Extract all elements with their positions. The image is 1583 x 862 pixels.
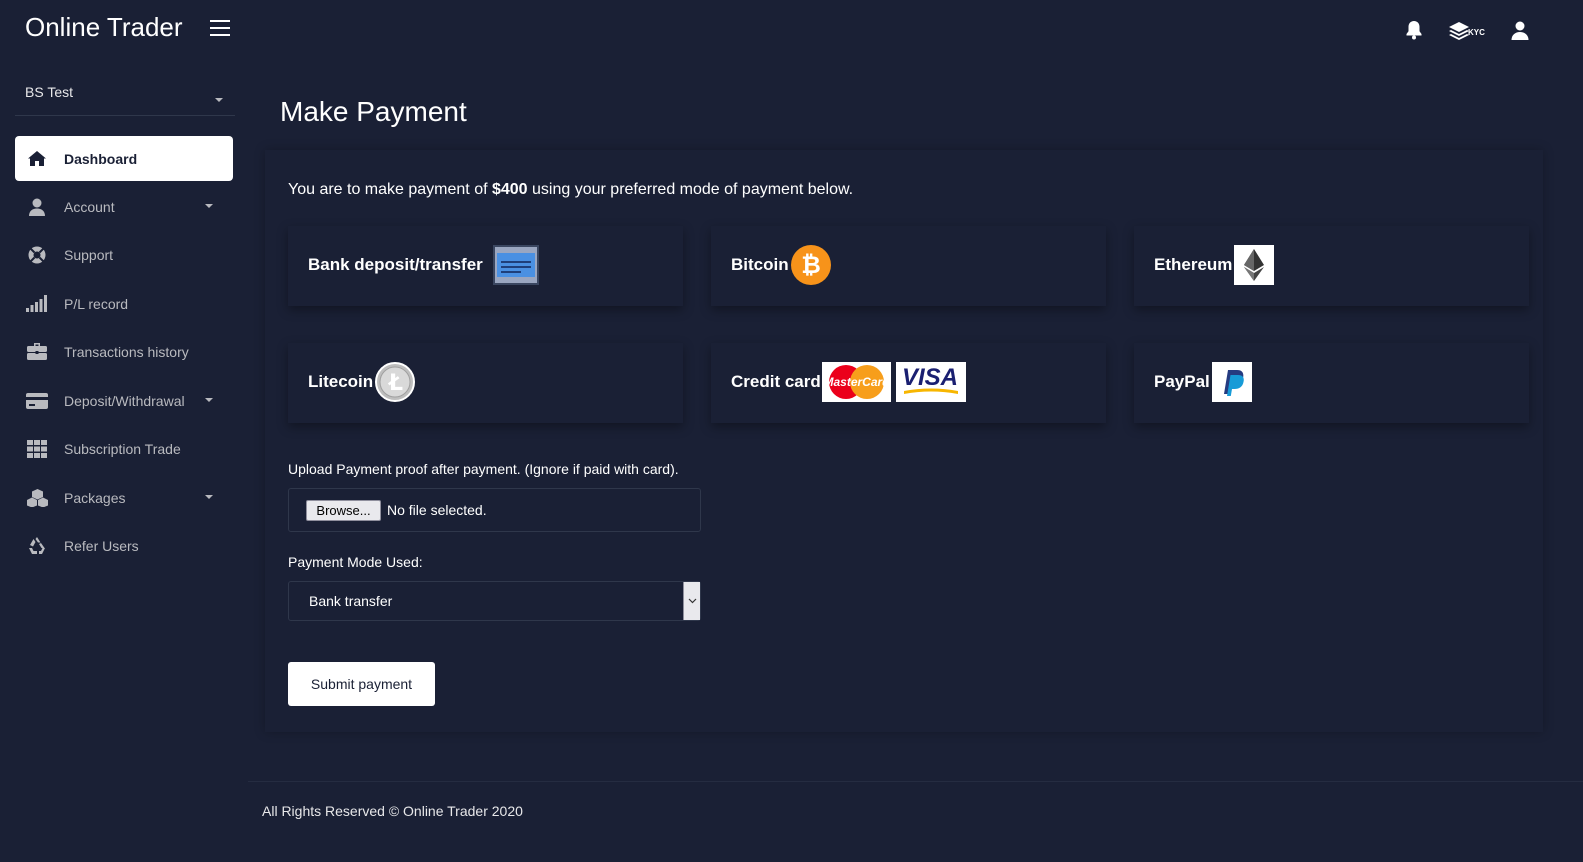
recycle-icon [26, 535, 48, 557]
sidebar-item-dashboard[interactable]: Dashboard [15, 136, 233, 181]
method-label: Bitcoin [731, 255, 789, 274]
intro-before: You are to make payment of [288, 181, 492, 198]
payment-method-bitcoin[interactable]: Bitcoin ₿ [711, 226, 1106, 306]
cubes-icon [26, 487, 48, 509]
chevron-down-icon [205, 398, 213, 402]
visa-text: VISA [902, 364, 958, 391]
signal-bars-icon [26, 293, 48, 315]
sidebar-item-label: Account [64, 198, 115, 215]
sidebar-item-support[interactable]: Support [15, 232, 233, 277]
sidebar-item-transactions-history[interactable]: Transactions history [15, 329, 233, 374]
briefcase-icon [26, 341, 48, 363]
mastercard-text: MasterCard [823, 375, 890, 389]
visa-logo-icon: VISA [896, 362, 966, 407]
brand-title[interactable]: Online Trader [25, 12, 183, 43]
bitcoin-logo-icon: ₿ [791, 245, 831, 290]
chevron-down-icon [205, 204, 213, 208]
bank-card-logo-icon [493, 245, 539, 290]
user-dropdown-caret-icon[interactable] [215, 98, 223, 102]
browse-button[interactable]: Browse... [306, 500, 381, 521]
payment-method-bank[interactable]: Bank deposit/transfer [288, 226, 683, 306]
method-label: Litecoin [308, 372, 374, 391]
payment-method-paypal[interactable]: PayPal [1134, 343, 1529, 423]
kyc-label[interactable]: KYC [1468, 28, 1485, 37]
sidebar-item-subscription-trade[interactable]: Subscription Trade [15, 426, 233, 471]
page-title: Make Payment [280, 96, 467, 127]
notification-bell-icon[interactable] [1405, 20, 1423, 45]
sidebar-item-label: Deposit/Withdrawal [64, 392, 185, 409]
ethereum-logo-icon [1234, 245, 1274, 290]
grid-icon [26, 438, 48, 460]
payment-method-litecoin[interactable]: Litecoin Ł [288, 343, 683, 423]
svg-text:₿: ₿ [801, 251, 821, 279]
method-label: Bank deposit/transfer [308, 255, 483, 274]
home-icon [26, 148, 48, 170]
sidebar-item-refer-users[interactable]: Refer Users [15, 523, 233, 568]
sidebar-item-label: Subscription Trade [64, 440, 181, 457]
method-label: Credit card [731, 372, 821, 391]
footer-copyright: All Rights Reserved © Online Trader 2020 [262, 803, 523, 819]
sidebar-item-account[interactable]: Account [15, 184, 233, 229]
sidebar-item-label: Support [64, 246, 114, 263]
sidebar-item-label: Packages [64, 489, 126, 506]
user-profile-icon[interactable] [1511, 21, 1529, 45]
payment-intro-text: You are to make payment of $400 using yo… [288, 181, 853, 199]
payment-method-ethereum[interactable]: Ethereum [1134, 226, 1529, 306]
litecoin-logo-icon: Ł [375, 362, 415, 407]
sidebar-divider [15, 115, 235, 116]
kyc-layers-icon[interactable] [1448, 21, 1470, 46]
intro-after: using your preferred mode of payment bel… [527, 181, 854, 198]
paypal-logo-icon [1212, 362, 1252, 407]
payment-amount: $400 [491, 181, 528, 198]
method-label: Ethereum [1154, 255, 1233, 274]
payment-mode-value: Bank transfer [309, 593, 393, 609]
sidebar-item-label: Refer Users [64, 537, 139, 554]
sidebar-item-packages[interactable]: Packages [15, 475, 233, 520]
payment-method-credit-card[interactable]: Credit card MasterCard VISA [711, 343, 1106, 423]
credit-card-icon [26, 390, 48, 412]
sidebar-item-label: Transactions history [64, 343, 189, 360]
chevron-down-icon [205, 495, 213, 499]
sidebar-item-label: Dashboard [64, 150, 138, 167]
svg-text:Ł: Ł [388, 371, 403, 396]
method-label: PayPal [1154, 372, 1210, 391]
file-upload-field[interactable]: Browse... No file selected. [288, 488, 701, 532]
hamburger-menu-icon[interactable] [210, 20, 230, 37]
top-header: Online Trader KYC [0, 0, 1583, 60]
chevron-down-icon[interactable] [683, 582, 700, 620]
sidebar-item-pl-record[interactable]: P/L record [15, 281, 233, 326]
file-status-text: No file selected. [387, 502, 487, 518]
sidebar-item-deposit-withdrawal[interactable]: Deposit/Withdrawal [15, 378, 233, 423]
lifebuoy-icon [26, 244, 48, 266]
submit-payment-button[interactable]: Submit payment [288, 662, 435, 706]
payment-mode-label: Payment Mode Used: [288, 554, 423, 570]
user-icon [26, 196, 48, 218]
upload-proof-label: Upload Payment proof after payment. (Ign… [288, 461, 679, 477]
footer-divider [248, 781, 1583, 782]
sidebar-item-label: P/L record [64, 295, 129, 312]
sidebar-user-name[interactable]: BS Test [25, 84, 225, 100]
payment-mode-select[interactable]: Bank transfer [288, 581, 701, 621]
mastercard-logo-icon: MasterCard [822, 362, 891, 407]
